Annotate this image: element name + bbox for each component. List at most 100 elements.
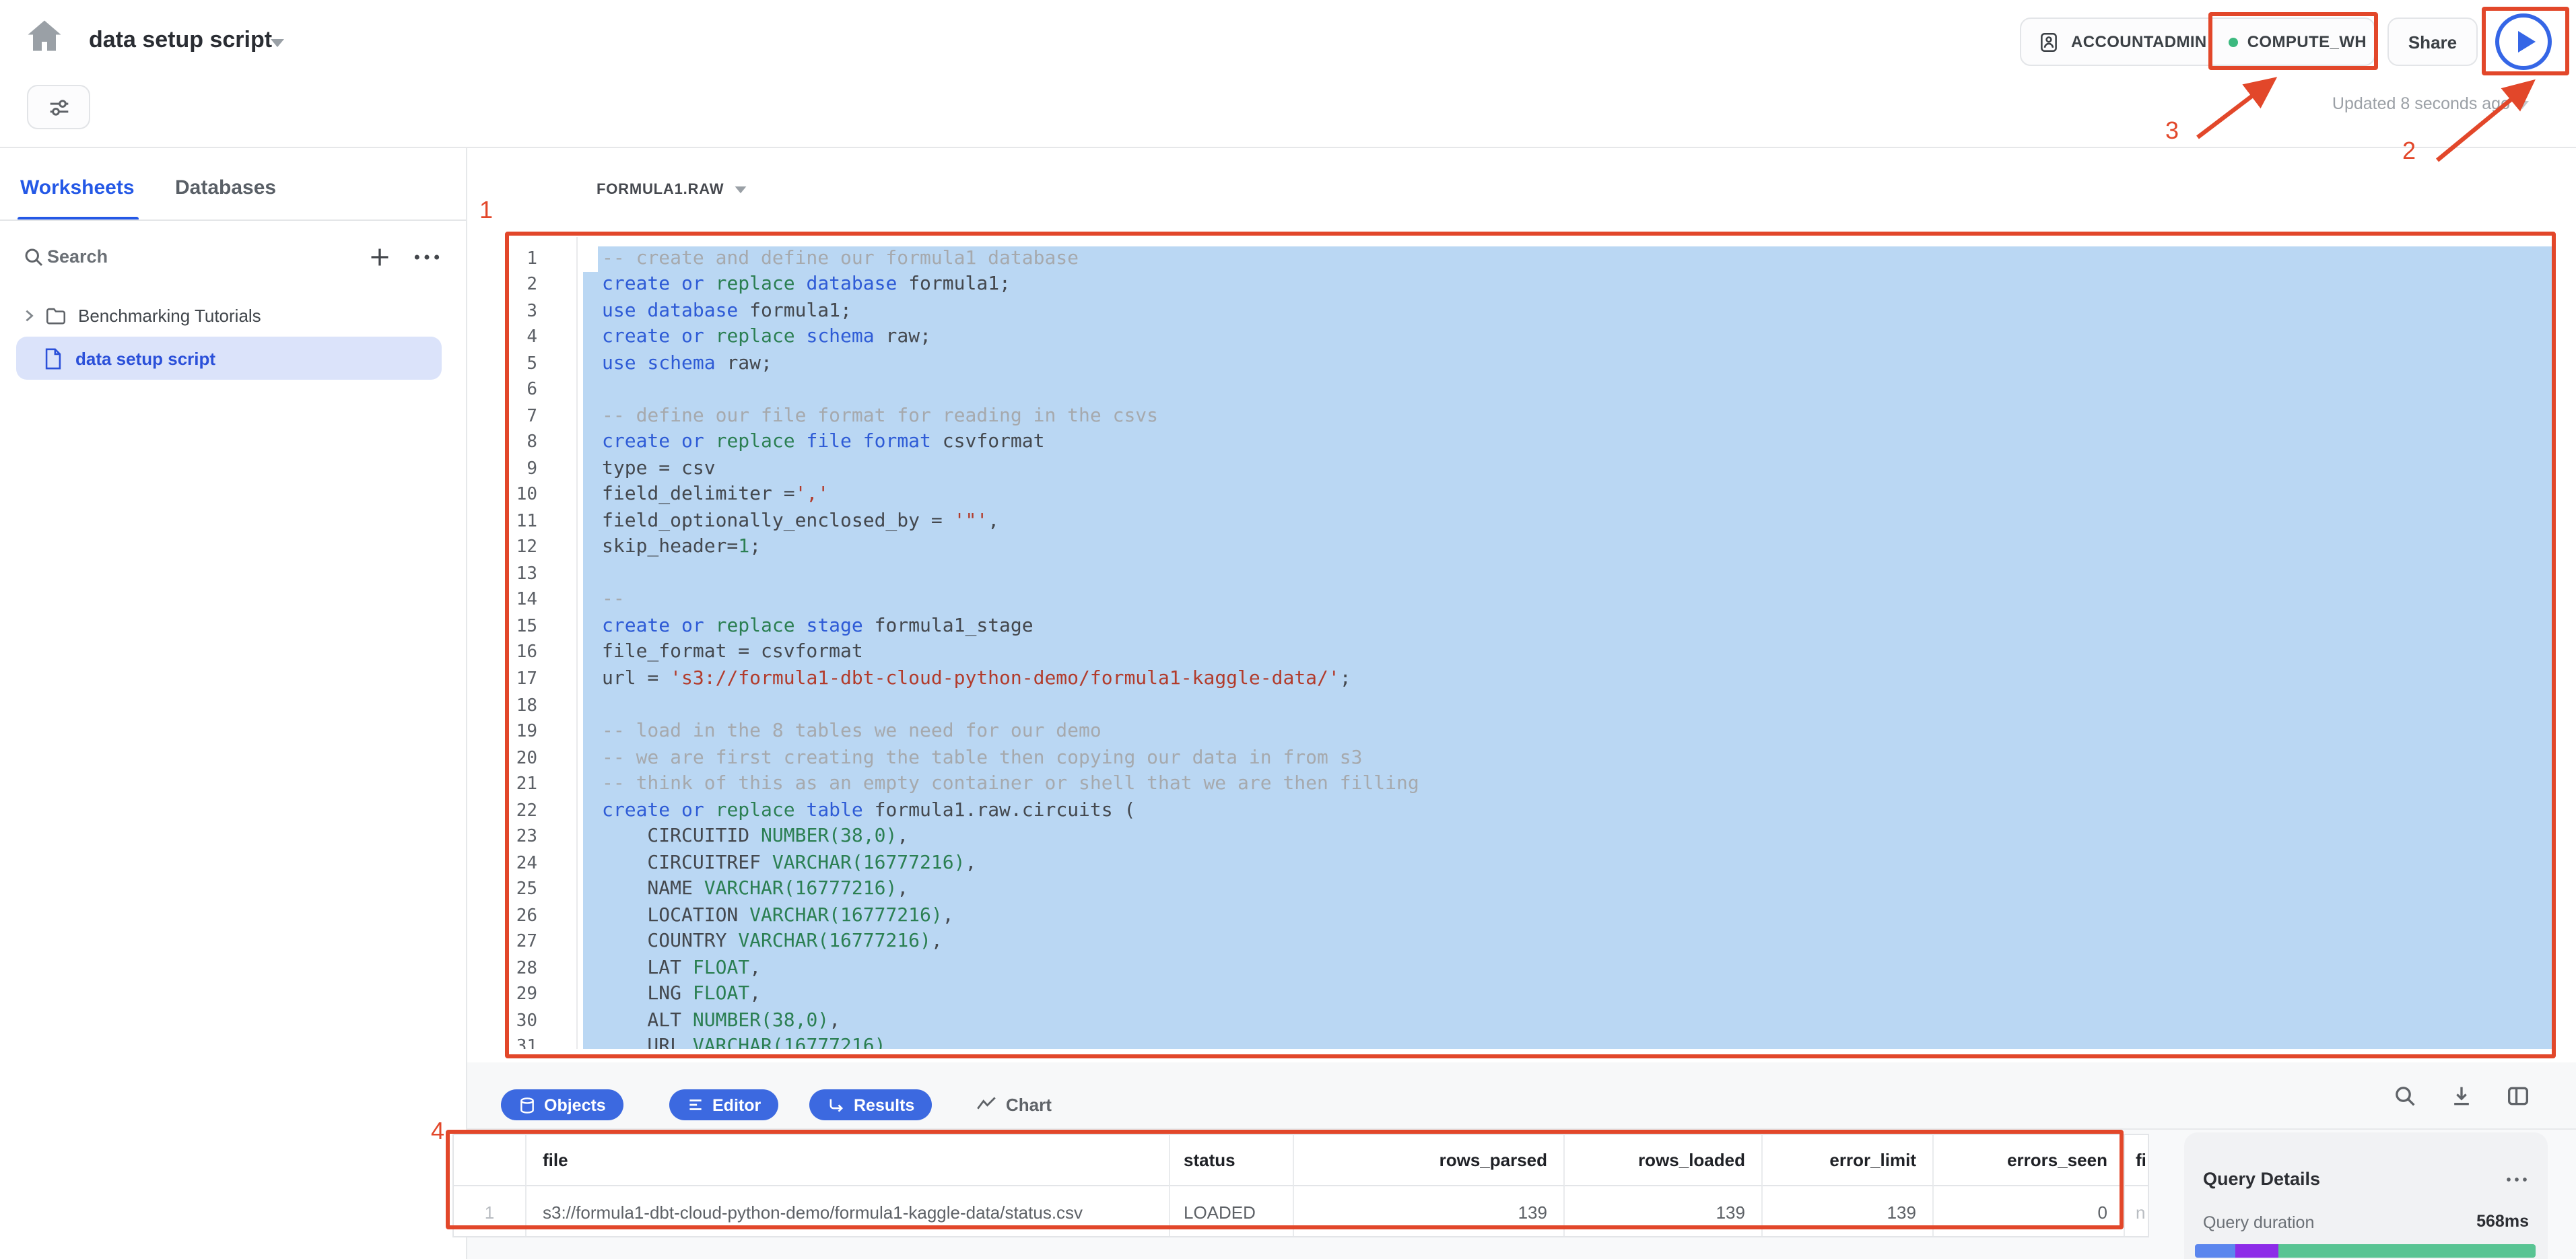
split-columns-icon[interactable] [2505, 1083, 2532, 1110]
worksheet-label: data setup script [75, 348, 215, 368]
code-line[interactable]: create or replace stage formula1_stage [602, 614, 1419, 640]
code-line[interactable]: use schema raw; [602, 351, 1419, 377]
column-header[interactable]: file [527, 1135, 1170, 1186]
query-details-title: Query Details [2203, 1169, 2320, 1189]
chart-icon [975, 1093, 998, 1116]
code-line[interactable] [602, 693, 1419, 719]
annotation-label-3: 3 [2165, 117, 2179, 145]
share-button[interactable]: Share [2387, 18, 2478, 66]
sidebar-item-worksheet-selected[interactable]: data setup script [16, 337, 442, 380]
table-row[interactable]: 1s3://formula1-dbt-cloud-python-demo/for… [454, 1186, 2148, 1237]
code-line[interactable]: field_optionally_enclosed_by = '"', [602, 509, 1419, 535]
code-token: replace [716, 273, 807, 295]
code-line[interactable]: use database formula1; [602, 298, 1419, 325]
code-token: LNG [602, 984, 693, 1005]
database-icon [518, 1095, 536, 1114]
download-icon[interactable] [2448, 1083, 2475, 1110]
code-token: VARCHAR(16777216) [772, 852, 965, 873]
code-line[interactable]: COUNTRY VARCHAR(16777216), [602, 930, 1419, 956]
code-line[interactable]: -- load in the 8 tables we need for our … [602, 719, 1419, 745]
code-line[interactable]: ALT NUMBER(38,0), [602, 1009, 1419, 1035]
column-header[interactable] [454, 1135, 527, 1186]
code-token: ; [749, 537, 761, 558]
code-token: file format [806, 431, 942, 452]
code-token: , [931, 931, 943, 953]
line-number: 3 [509, 298, 537, 325]
code-line[interactable]: LNG FLOAT, [602, 982, 1419, 1009]
code-line[interactable] [602, 562, 1419, 588]
new-worksheet-plus-icon[interactable] [366, 244, 393, 271]
objects-button[interactable]: Objects [501, 1089, 623, 1120]
code-line[interactable]: file_format = csvformat [602, 640, 1419, 667]
run-button[interactable] [2495, 13, 2552, 70]
results-search-icon[interactable] [2392, 1083, 2418, 1110]
line-number: 19 [509, 719, 537, 745]
code-line[interactable]: -- define our file format for reading in… [602, 403, 1419, 430]
code-line[interactable]: create or replace table formula1.raw.cir… [602, 798, 1419, 824]
line-number: 27 [509, 930, 537, 956]
sidebar-search [0, 242, 466, 277]
warehouse-name: COMPUTE_WH [2247, 32, 2367, 51]
column-header[interactable]: fi [2125, 1135, 2149, 1186]
line-number: 16 [509, 640, 537, 667]
code-line[interactable]: CIRCUITREF VARCHAR(16777216), [602, 850, 1419, 877]
code-line[interactable]: create or replace database formula1; [602, 272, 1419, 298]
context-selector-button[interactable]: ACCOUNTADMIN COMPUTE_WH [2020, 18, 2375, 66]
table-cell: n [2125, 1186, 2149, 1237]
query-details-more-icon[interactable] [2505, 1169, 2529, 1190]
search-input[interactable] [44, 245, 292, 268]
code-line[interactable]: field_delimiter =',' [602, 483, 1419, 509]
chart-toggle[interactable]: Chart [975, 1089, 1052, 1120]
query-duration-value: 568ms [2476, 1212, 2529, 1231]
code-token: , [965, 852, 976, 873]
results-button[interactable]: Results [809, 1089, 932, 1120]
code-line[interactable]: url = 's3://formula1-dbt-cloud-python-de… [602, 667, 1419, 693]
code-token: VARCHAR(16777216) [749, 905, 943, 926]
results-table[interactable]: filestatusrows_parsedrows_loadederror_li… [452, 1134, 2149, 1237]
code-token: LOCATION [602, 905, 749, 926]
worksheet-filter-button[interactable] [27, 85, 90, 129]
sidebar-item-folder[interactable]: Benchmarking Tutorials [0, 298, 466, 333]
sql-editor[interactable]: 1234567891011121314151617181920212223242… [509, 237, 2553, 1049]
home-button[interactable] [24, 16, 65, 57]
query-duration-bar [2195, 1244, 2536, 1258]
code-token: create or [602, 431, 716, 452]
column-header[interactable]: error_limit [1763, 1135, 1934, 1186]
line-number: 31 [509, 1035, 537, 1049]
sidebar-more-options-icon[interactable] [412, 249, 442, 265]
code-line[interactable]: type = csv [602, 456, 1419, 483]
code-line[interactable]: create or replace schema raw; [602, 325, 1419, 351]
column-header[interactable]: rows_loaded [1565, 1135, 1763, 1186]
column-header[interactable]: rows_parsed [1294, 1135, 1565, 1186]
column-header[interactable]: status [1170, 1135, 1294, 1186]
code-token: formula1; [908, 273, 1011, 295]
code-line[interactable]: -- [602, 588, 1419, 614]
code-token: stage [806, 615, 874, 637]
code-line[interactable]: create or replace file format csvformat [602, 430, 1419, 456]
code-line[interactable] [602, 377, 1419, 403]
worksheet-title[interactable]: data setup script [89, 27, 272, 54]
tab-worksheets[interactable]: Worksheets [20, 176, 135, 199]
updated-status[interactable]: Updated 8 seconds ago [2208, 94, 2529, 113]
title-dropdown-caret-icon[interactable] [271, 39, 284, 47]
code-line[interactable]: -- we are first creating the table then … [602, 745, 1419, 772]
line-number: 30 [509, 1009, 537, 1035]
line-number: 6 [509, 377, 537, 403]
code-line[interactable]: LAT FLOAT, [602, 956, 1419, 982]
role-name: ACCOUNTADMIN [2071, 32, 2207, 51]
line-number: 7 [509, 403, 537, 430]
code-token: replace [716, 799, 807, 821]
code-line[interactable]: NAME VARCHAR(16777216), [602, 877, 1419, 904]
editor-button[interactable]: Editor [669, 1089, 778, 1120]
tab-databases[interactable]: Databases [175, 176, 276, 199]
code-token: raw; [886, 326, 931, 347]
code-line[interactable]: -- create and define our formula1 databa… [602, 246, 1419, 272]
code-line[interactable]: LOCATION VARCHAR(16777216), [602, 904, 1419, 930]
code-line[interactable]: URL VARCHAR(16777216), [602, 1035, 1419, 1049]
schema-context-selector[interactable]: FORMULA1.RAW [597, 182, 747, 198]
code-line[interactable]: CIRCUITID NUMBER(38,0), [602, 824, 1419, 850]
column-header[interactable]: errors_seen [1934, 1135, 2125, 1186]
code-line[interactable]: -- think of this as an empty container o… [602, 772, 1419, 798]
code-token: field_delimiter = [602, 484, 795, 506]
code-line[interactable]: skip_header=1; [602, 535, 1419, 562]
